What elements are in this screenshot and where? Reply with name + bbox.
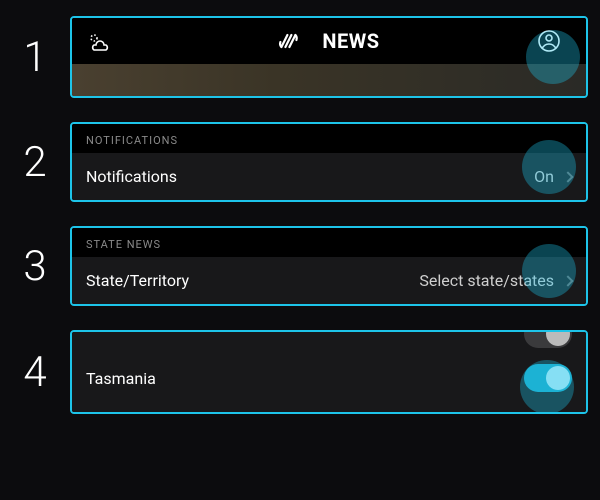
notifications-panel: NOTIFICATIONS Notifications On (70, 122, 588, 202)
profile-button[interactable] (526, 18, 572, 64)
step-2: 2 NOTIFICATIONS Notifications On (0, 122, 588, 202)
header-hero-image (72, 64, 586, 96)
state-toggle-panel: Tasmania (70, 330, 588, 414)
step-number: 1 (0, 33, 70, 82)
app-header-panel: NEWS (70, 16, 588, 98)
row-label: Notifications (86, 167, 177, 186)
step-1: 1 NEWS (0, 16, 588, 98)
abc-logo-icon (278, 32, 316, 50)
state-territory-row[interactable]: State/Territory Select state/states (72, 257, 586, 304)
state-news-panel: STATE NEWS State/Territory Select state/… (70, 226, 588, 306)
weather-icon[interactable] (86, 31, 112, 51)
list-item (72, 332, 586, 354)
chevron-right-icon (562, 171, 573, 182)
step-3: 3 STATE NEWS State/Territory Select stat… (0, 226, 588, 306)
row-label: State/Territory (86, 271, 189, 290)
row-value: On (534, 167, 572, 186)
list-item (72, 402, 586, 414)
step-4: 4 Tasmania (0, 330, 588, 414)
profile-icon (537, 29, 561, 53)
list-item: Tasmania (72, 354, 586, 402)
step-number: 4 (0, 348, 70, 397)
chevron-right-icon (562, 275, 573, 286)
brand-text: NEWS (322, 29, 379, 53)
section-header: STATE NEWS (72, 228, 586, 257)
state-label: Tasmania (86, 369, 156, 388)
toggle-switch-tasmania[interactable] (524, 364, 572, 392)
step-number: 3 (0, 242, 70, 291)
section-header: NOTIFICATIONS (72, 124, 586, 153)
brand-logo: NEWS (278, 29, 379, 53)
toggle-switch[interactable] (524, 412, 572, 414)
toggle-switch[interactable] (524, 330, 572, 348)
row-value: Select state/states (419, 271, 572, 290)
step-number: 2 (0, 138, 70, 187)
app-header: NEWS (72, 18, 586, 64)
notifications-row[interactable]: Notifications On (72, 153, 586, 200)
